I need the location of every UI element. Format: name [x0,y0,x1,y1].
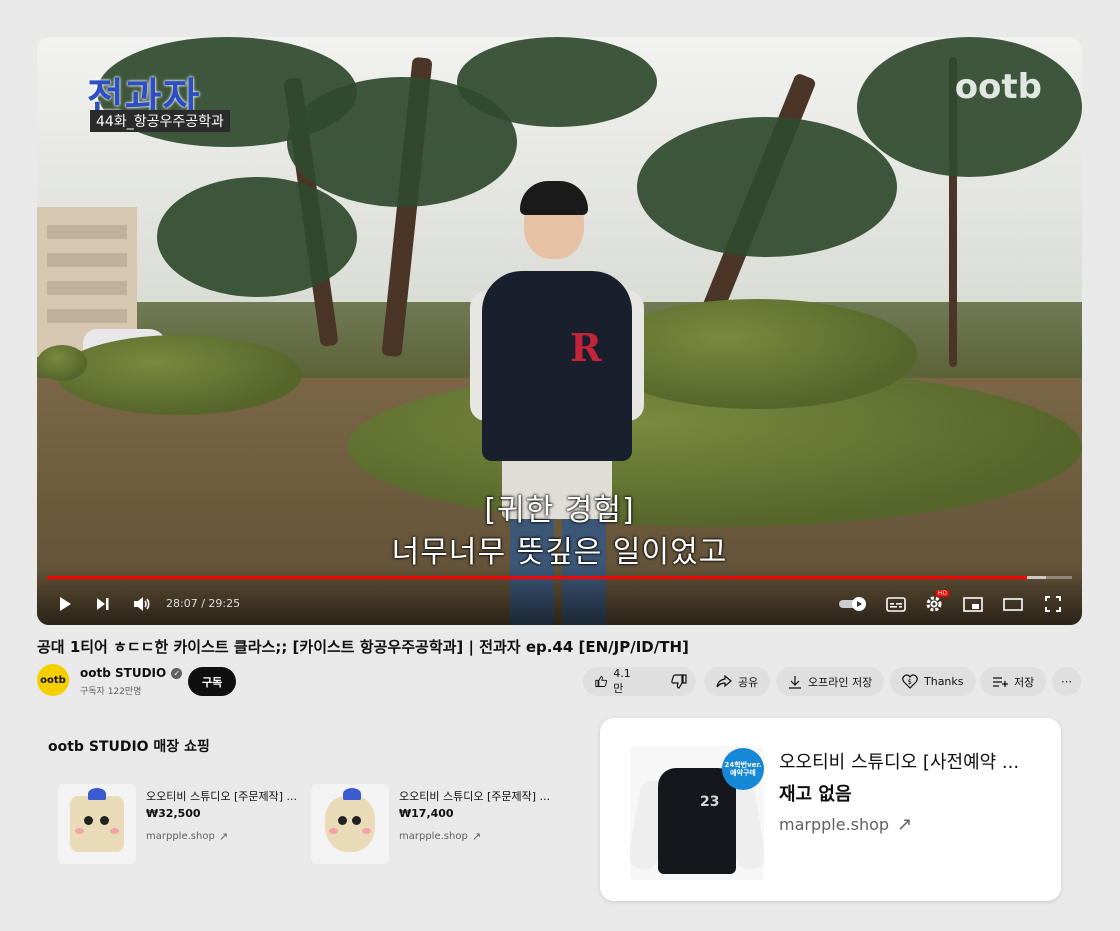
time-display: 28:07 / 29:25 [166,597,241,610]
external-link-icon: ↗ [218,830,229,843]
play-icon[interactable] [55,593,75,615]
like-button[interactable]: 4.1만 [583,667,647,696]
video-frame-bush [57,335,302,415]
plush-toy-image [325,788,375,852]
channel-name: ootb STUDIO [80,666,167,680]
varsity-jacket-image [658,768,736,874]
thumbs-down-icon [670,674,687,689]
plush-cap [88,788,106,800]
theater-mode-icon[interactable] [1001,593,1025,615]
product-stock-status: 재고 없음 [779,784,852,805]
subscribe-button[interactable]: 구독 [188,667,237,696]
jacket-number: 23 [700,794,720,810]
share-arrow-icon [716,675,732,688]
save-button[interactable]: 저장 [980,667,1047,696]
hd-badge: HD [935,590,949,597]
plush-toy-image [70,788,124,852]
avatar-text: ootb [40,674,66,686]
video-overlay-episode: 44화_항공우주공학과 [90,110,230,132]
promo-badge-line-1: 24학번ver. [724,760,762,769]
video-frame-bush [37,345,87,381]
shop-item-site: marpple.shop ↗ [399,830,481,843]
shop-item-site-label: marpple.shop [146,831,215,842]
download-icon [789,675,801,689]
download-label: 오프라인 저장 [808,675,873,689]
playlist-add-icon [993,676,1008,687]
video-frame-canopy [457,37,657,127]
plush-cheek [362,828,371,834]
shop-item-price: ₩32,500 [146,807,201,820]
settings-gear-icon[interactable]: HD [923,590,949,615]
autoplay-toggle-icon[interactable] [839,593,869,615]
captions-icon[interactable] [885,593,907,615]
plush-cheek [75,828,84,834]
more-actions-button[interactable]: ⋯ [1052,667,1081,696]
channel-name-link[interactable]: ootb STUDIO ✓ [80,666,183,680]
shop-item[interactable]: 오오티비 스튜디오 [주문제작] ... ₩17,400 marpple.sho… [311,784,556,864]
person-jacket [482,271,632,461]
save-label: 저장 [1014,675,1035,689]
volume-icon[interactable] [131,593,153,615]
video-frame-canopy [857,37,1082,177]
channel-avatar[interactable]: ootb [37,664,69,696]
shop-item-price: ₩17,400 [399,807,454,820]
video-frame-canopy [637,117,897,257]
external-link-icon: ↗ [471,830,482,843]
like-dislike-group: 4.1만 [583,667,696,696]
product-name: 오오티비 스튜디오 [사전예약 ... [779,752,1020,773]
plush-cheek [110,828,119,834]
plush-eye [338,816,347,825]
dislike-button[interactable] [659,667,699,696]
miniplayer-icon[interactable] [961,593,985,615]
thumbs-up-icon [595,676,608,687]
product-site[interactable]: marpple.shop ↗ [779,814,912,835]
video-overlay-brand: ootb [954,67,1042,107]
thanks-heart-dollar-icon: $ [902,674,918,689]
video-subtitle-line-1: [귀한 경험] [484,493,635,528]
player-controls: 28:07 / 29:25 HD [37,565,1082,625]
fullscreen-icon[interactable] [1041,593,1065,615]
more-icon: ⋯ [1061,675,1072,688]
shop-item-thumbnail [58,784,136,864]
progress-bar[interactable] [47,576,1072,579]
jacket-letter-icon: R [570,325,602,370]
promo-badge-line-2: 예약구매 [730,769,756,777]
shop-item-thumbnail [311,784,389,864]
thanks-button[interactable]: $ Thanks [890,667,976,696]
shop-heading: ootb STUDIO 매장 쇼핑 [48,739,210,755]
shop-item-site: marpple.shop ↗ [146,830,228,843]
like-count: 4.1만 [613,667,631,695]
video-frame-canopy [157,177,357,297]
product-site-label: marpple.shop [779,815,890,834]
next-icon[interactable] [93,593,113,615]
share-label: 공유 [738,675,759,689]
shop-item-site-label: marpple.shop [399,831,468,842]
plush-cheek [329,828,338,834]
product-card[interactable]: 23 24학번ver. 예약구매 오오티비 스튜디오 [사전예약 ... 재고 … [600,718,1061,901]
shop-item-name: 오오티비 스튜디오 [주문제작] ... [399,790,551,803]
product-thumbnail: 23 24학번ver. 예약구매 [630,746,764,880]
progress-played [47,576,1027,579]
subscriber-count: 구독자 122만명 [80,687,142,697]
plush-eye [84,816,93,825]
thanks-label: Thanks [924,675,964,688]
external-link-icon: ↗ [897,814,913,835]
plush-eye [100,816,109,825]
plush-cap [343,788,361,800]
shop-item-name: 오오티비 스튜디오 [주문제작] ... [146,790,298,803]
verified-check-icon: ✓ [171,667,183,679]
share-button[interactable]: 공유 [704,667,771,696]
video-frame-bush [597,299,917,409]
plush-eye [352,816,361,825]
download-button[interactable]: 오프라인 저장 [776,667,885,696]
shop-item[interactable]: 오오티비 스튜디오 [주문제작] ... ₩32,500 marpple.sho… [58,784,303,864]
svg-text:$: $ [908,678,912,686]
video-player[interactable]: R 전과자 44화_항공우주공학과 ootb [귀한 경험] 너무너무 뜻깊은 … [37,37,1082,625]
video-title: 공대 1티어 ㅎㄷㄷ한 카이스트 클라스;; [카이스트 항공우주공학과] | … [37,638,689,656]
promo-badge: 24학번ver. 예약구매 [722,748,764,790]
person-hair [520,181,588,215]
